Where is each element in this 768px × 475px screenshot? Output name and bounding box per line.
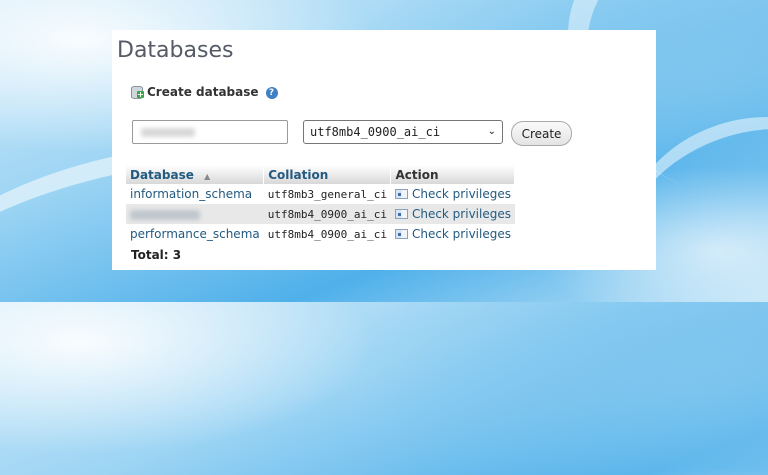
privileges-icon xyxy=(394,209,408,219)
sort-ascending-icon: ▲ xyxy=(204,171,211,181)
database-link[interactable]: performance_schema xyxy=(130,227,260,241)
collation-cell: utf8mb4_0900_ai_ci xyxy=(263,204,391,224)
collation-cell: utf8mb3_general_ci xyxy=(263,184,391,204)
help-icon[interactable]: ? xyxy=(265,87,278,99)
check-privileges-link[interactable]: Check privileges xyxy=(390,184,515,204)
column-header-action: Action xyxy=(390,165,516,184)
database-add-icon: + xyxy=(131,85,144,99)
total-count: Total: 3 xyxy=(131,248,182,262)
collation-select-value: utf8mb4_0900_ai_ci xyxy=(310,125,441,139)
create-database-heading: + Create database ? xyxy=(131,84,278,99)
collation-select[interactable]: utf8mb4_0900_ai_ci ⌄ xyxy=(303,120,503,144)
check-privileges-link[interactable]: Check privileges xyxy=(390,204,515,224)
database-link[interactable]: information_schema xyxy=(130,187,252,201)
column-header-collation[interactable]: Collation xyxy=(263,165,392,184)
chevron-down-icon: ⌄ xyxy=(487,126,496,137)
table-row: utf8mb4_0900_ai_ci Check privileges xyxy=(126,204,515,224)
column-header-database[interactable]: Database ▲ xyxy=(126,165,265,184)
table-row: information_schema utf8mb3_general_ci Ch… xyxy=(126,184,515,204)
collation-cell: utf8mb4_0900_ai_ci xyxy=(263,224,391,244)
redacted-database-link[interactable] xyxy=(130,209,200,220)
create-database-label: Create database xyxy=(147,84,259,99)
check-privileges-link[interactable]: Check privileges xyxy=(390,224,515,244)
privileges-icon xyxy=(394,229,408,239)
database-name-input[interactable] xyxy=(132,120,288,144)
page-title: Databases xyxy=(117,38,234,63)
databases-panel: Databases + Create database ? utf8mb4_09… xyxy=(112,30,656,270)
privileges-icon xyxy=(394,189,408,199)
databases-table: Database ▲ Collation Action information_… xyxy=(126,165,516,244)
create-button[interactable]: Create xyxy=(511,121,572,146)
table-row: performance_schema utf8mb4_0900_ai_ci Ch… xyxy=(126,224,515,244)
redacted-name-value xyxy=(141,128,195,137)
